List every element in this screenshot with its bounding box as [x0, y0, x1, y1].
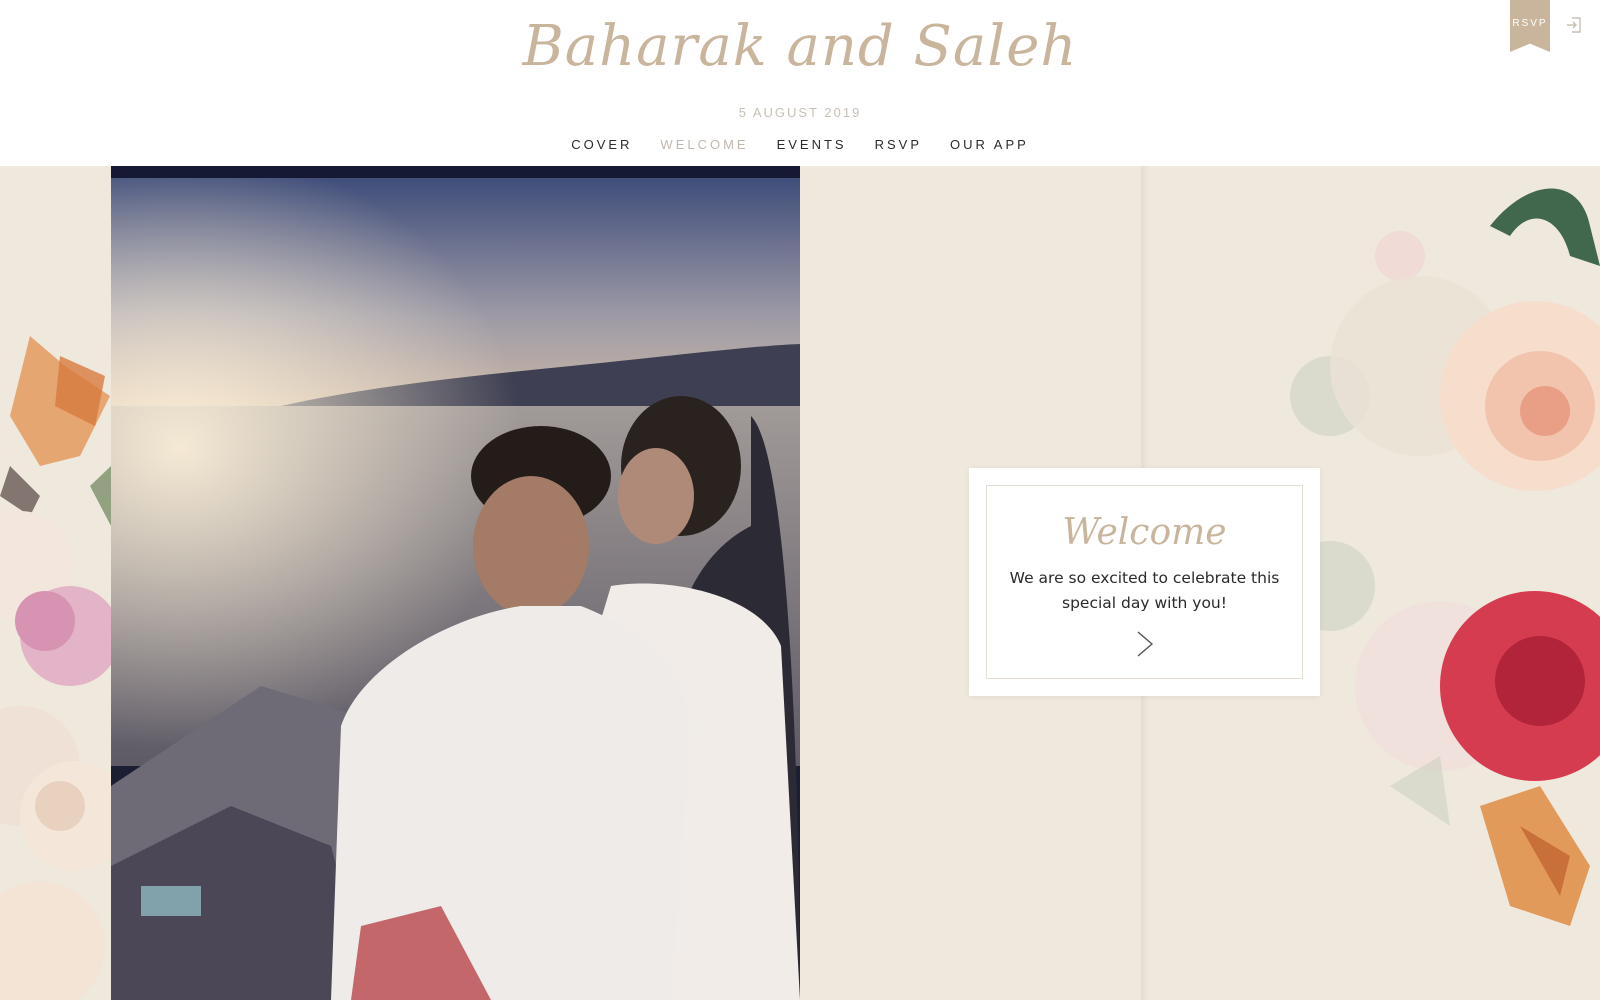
welcome-card-frame: Welcome We are so excited to celebrate t…	[986, 485, 1303, 679]
welcome-title: Welcome	[1062, 512, 1227, 553]
wedding-date: 5 AUGUST 2019	[738, 105, 862, 120]
welcome-card: Welcome We are so excited to celebrate t…	[969, 468, 1320, 696]
welcome-section: Welcome We are so excited to celebrate t…	[0, 166, 1600, 1000]
welcome-message: We are so excited to celebrate this spec…	[1009, 569, 1280, 612]
nav-events[interactable]: EVENTS	[777, 137, 847, 152]
couple-photo	[111, 166, 800, 1000]
left-floral-decoration	[0, 166, 111, 1000]
nav-rsvp[interactable]: RSVP	[875, 137, 922, 152]
nav-welcome[interactable]: WELCOME	[660, 137, 748, 152]
main-nav: COVER WELCOME EVENTS RSVP OUR APP	[0, 137, 1600, 152]
nav-cover[interactable]: COVER	[571, 137, 632, 152]
chevron-right-icon[interactable]	[1135, 629, 1155, 659]
couple-names-logo[interactable]: Baharak and Saleh	[0, 14, 1600, 79]
login-icon[interactable]	[1564, 15, 1584, 35]
site-header: Baharak and Saleh 5 AUGUST 2019 COVER WE…	[0, 0, 1600, 166]
nav-our-app[interactable]: OUR APP	[950, 137, 1029, 152]
